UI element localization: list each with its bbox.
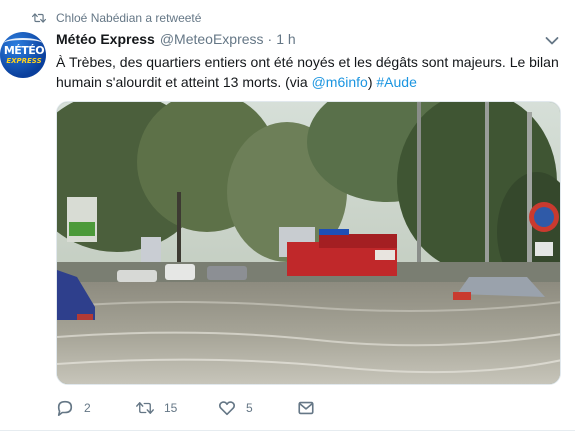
like-count: 5 (246, 401, 253, 415)
author-handle[interactable]: @MeteoExpress (160, 31, 264, 47)
tweet-media-image[interactable] (56, 101, 561, 385)
avatar-logo-line1: MÉTÉO (3, 44, 45, 57)
direct-message-button[interactable] (297, 398, 325, 418)
reply-button[interactable]: 2 (56, 398, 91, 418)
tweet-text-body: À Trèbes, des quartiers entiers ont été … (56, 54, 559, 90)
separator-dot: · (267, 31, 273, 47)
retweet-count: 15 (164, 401, 178, 415)
avatar[interactable]: MÉTÉO EXPRESS (0, 32, 46, 78)
tweet-actions: 2 15 5 (56, 398, 561, 418)
avatar-logo-line2: EXPRESS (6, 57, 42, 65)
author-name[interactable]: Météo Express (56, 31, 155, 47)
retweet-context-text[interactable]: Chloé Nabédian a retweeté (56, 11, 201, 25)
heart-icon (218, 401, 236, 416)
tweet-header: Météo Express @MeteoExpress · 1 h (56, 31, 296, 49)
tweet[interactable]: Chloé Nabédian a retweeté MÉTÉO EXPRESS … (0, 0, 575, 431)
reply-count: 2 (84, 401, 91, 415)
chevron-down-icon[interactable] (545, 36, 559, 46)
mention-link[interactable]: @m6info (312, 74, 368, 90)
envelope-icon (298, 401, 314, 415)
tweet-text: À Trèbes, des quartiers entiers ont été … (56, 52, 561, 92)
like-button[interactable]: 5 (218, 398, 253, 418)
reply-icon (57, 400, 73, 417)
retweet-context: Chloé Nabédian a retweeté (32, 10, 201, 26)
hashtag-link[interactable]: #Aude (376, 74, 416, 90)
flood-photo (57, 102, 560, 384)
retweet-button[interactable]: 15 (136, 398, 177, 418)
retweet-icon (32, 13, 46, 23)
tweet-timestamp[interactable]: 1 h (276, 31, 295, 47)
retweet-icon (136, 402, 154, 414)
